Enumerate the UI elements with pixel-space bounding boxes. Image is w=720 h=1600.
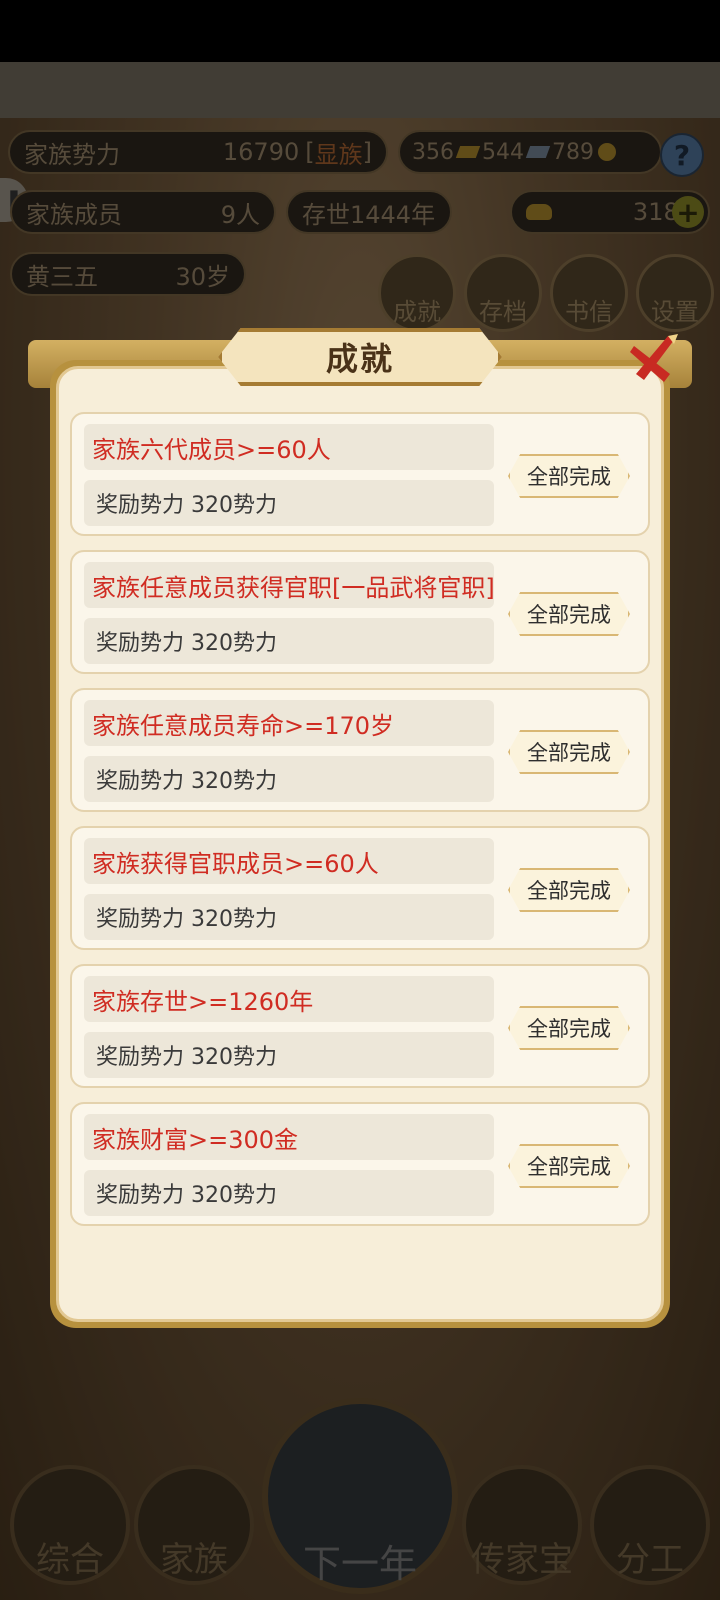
achievement-card: 家族任意成员获得官职[一品武将官职] 奖励势力 320势力 全部完成 (70, 550, 650, 674)
achievement-reward: 奖励势力 320势力 (84, 1032, 494, 1078)
achievement-card: 家族财富>=300金 奖励势力 320势力 全部完成 (70, 1102, 650, 1226)
achievement-title: 家族六代成员>=60人 (84, 424, 494, 470)
completed-button[interactable]: 全部完成 (508, 1144, 630, 1188)
achievement-reward: 奖励势力 320势力 (84, 894, 494, 940)
completed-button[interactable]: 全部完成 (508, 454, 630, 498)
achievement-reward: 奖励势力 320势力 (84, 1170, 494, 1216)
achievement-card: 家族任意成员寿命>=170岁 奖励势力 320势力 全部完成 (70, 688, 650, 812)
completed-button[interactable]: 全部完成 (508, 1006, 630, 1050)
achievement-reward: 奖励势力 320势力 (84, 756, 494, 802)
completed-button[interactable]: 全部完成 (508, 592, 630, 636)
completed-button[interactable]: 全部完成 (508, 868, 630, 912)
achievement-title: 家族存世>=1260年 (84, 976, 494, 1022)
status-bar (0, 0, 720, 62)
achievement-title: 家族任意成员寿命>=170岁 (84, 700, 494, 746)
achievement-card: 家族存世>=1260年 奖励势力 320势力 全部完成 (70, 964, 650, 1088)
achievement-card: 家族获得官职成员>=60人 奖励势力 320势力 全部完成 (70, 826, 650, 950)
achievement-title: 家族任意成员获得官职[一品武将官职] (84, 562, 495, 608)
completed-button[interactable]: 全部完成 (508, 730, 630, 774)
achievement-reward: 奖励势力 320势力 (84, 480, 494, 526)
achievement-title: 家族获得官职成员>=60人 (84, 838, 494, 884)
modal-title: 成就 (325, 340, 394, 378)
close-button[interactable] (622, 330, 686, 394)
modal-title-plate: 成就 (218, 328, 502, 386)
achievement-reward: 奖励势力 320势力 (84, 618, 494, 664)
achievement-card: 家族六代成员>=60人 奖励势力 320势力 全部完成 (70, 412, 650, 536)
close-icon (630, 334, 678, 382)
achievement-title: 家族财富>=300金 (84, 1114, 494, 1160)
